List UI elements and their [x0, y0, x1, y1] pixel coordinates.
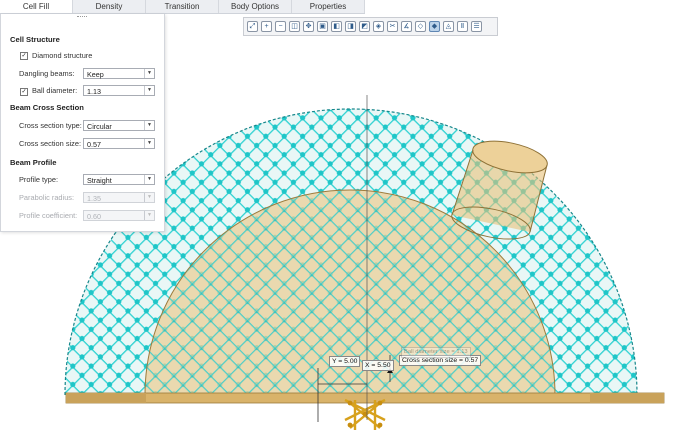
chevron-down-icon: ▼ — [144, 86, 154, 95]
profile-coefficient-input: 0.60 ▼ — [83, 210, 155, 221]
tab-cell-fill[interactable]: Cell Fill — [0, 0, 73, 13]
zoom-box-icon[interactable]: ◫ — [289, 21, 300, 32]
zoom-fit-icon[interactable]: ⤢ — [247, 21, 258, 32]
profile-coefficient-label: Profile coefficient: — [19, 211, 78, 220]
tab-body-options[interactable]: Body Options — [219, 0, 292, 13]
profile-type-value: Straight — [87, 176, 112, 185]
chevron-down-icon: ▼ — [144, 139, 154, 148]
ball-diameter-size-label: Ball diameter size = 1.13 — [401, 347, 471, 358]
diamond-structure-label: Diamond structure — [32, 51, 93, 60]
view-cube-icon[interactable]: ▣ — [317, 21, 328, 32]
view-top-icon[interactable]: ◨ — [345, 21, 356, 32]
chevron-down-icon: ▼ — [144, 175, 154, 184]
y-coordinate-label: Y = 5.00 — [329, 356, 361, 367]
dangling-beams-label: Dangling beams: — [19, 69, 75, 78]
panel-drag-handle[interactable] — [77, 16, 87, 19]
cross-section-type-select[interactable]: Circular ▼ — [83, 120, 155, 131]
view-toolbar: ⤢ + − ◫ ✥ ▣ ◧ ◨ ◩ ◈ ✂ ∡ ◇ ◆ ◬ Ⅱ ☰ — [243, 17, 498, 36]
tab-transition[interactable]: Transition — [146, 0, 219, 13]
chevron-down-icon: ▼ — [144, 193, 154, 202]
beam-cross-section-heading: Beam Cross Section — [10, 103, 84, 112]
pause-icon[interactable]: Ⅱ — [457, 21, 468, 32]
tab-properties[interactable]: Properties — [292, 0, 365, 13]
cell-fill-panel: Cell Structure ✓ Diamond structure Dangl… — [0, 14, 165, 232]
chevron-down-icon: ▼ — [144, 69, 154, 78]
base-plate — [65, 392, 665, 404]
section-icon[interactable]: ✂ — [387, 21, 398, 32]
dangling-beams-value: Keep — [87, 70, 104, 79]
dangling-beams-select[interactable]: Keep ▼ — [83, 68, 155, 79]
chevron-down-icon: ▼ — [144, 121, 154, 130]
cell-structure-heading: Cell Structure — [10, 35, 60, 44]
zoom-in-icon[interactable]: + — [261, 21, 272, 32]
chevron-down-icon: ▼ — [144, 211, 154, 220]
cross-section-type-label: Cross section type: — [19, 121, 82, 130]
measure-icon[interactable]: ∡ — [401, 21, 412, 32]
lattice-icon[interactable]: ◆ — [429, 21, 440, 32]
cross-section-size-value: 0.57 — [87, 140, 101, 149]
view-iso-icon[interactable]: ◈ — [373, 21, 384, 32]
settings-icon[interactable]: ☰ — [471, 21, 482, 32]
profile-type-label: Profile type: — [19, 175, 59, 184]
bottom-support-lattice — [344, 398, 386, 430]
ball-diameter-checkbox[interactable]: ✓ — [20, 88, 28, 96]
wireframe-icon[interactable]: ◬ — [443, 21, 454, 32]
mesh-icon[interactable]: ◇ — [415, 21, 426, 32]
parabolic-radius-value: 1.35 — [87, 194, 101, 203]
parabolic-radius-input: 1.35 ▼ — [83, 192, 155, 203]
cross-section-size-label: Cross section size: — [19, 139, 82, 148]
cross-section-size-input[interactable]: 0.57 ▼ — [83, 138, 155, 149]
diamond-structure-checkbox[interactable]: ✓ — [20, 52, 28, 60]
ball-diameter-label: Ball diameter: — [32, 86, 78, 95]
pan-icon[interactable]: ✥ — [303, 21, 314, 32]
cross-section-type-value: Circular — [87, 122, 112, 131]
view-side-icon[interactable]: ◩ — [359, 21, 370, 32]
ball-diameter-value: 1.13 — [87, 87, 101, 96]
view-front-icon[interactable]: ◧ — [331, 21, 342, 32]
tab-bar: Cell Fill Density Transition Body Option… — [0, 0, 365, 14]
zoom-out-icon[interactable]: − — [275, 21, 286, 32]
parabolic-radius-label: Parabolic radius: — [19, 193, 75, 202]
profile-type-select[interactable]: Straight ▼ — [83, 174, 155, 185]
ball-diameter-input[interactable]: 1.13 ▼ — [83, 85, 155, 96]
beam-profile-heading: Beam Profile — [10, 158, 57, 167]
profile-coefficient-value: 0.60 — [87, 212, 101, 221]
tab-density[interactable]: Density — [73, 0, 146, 13]
x-coordinate-label: X = 5.50 — [362, 360, 394, 371]
